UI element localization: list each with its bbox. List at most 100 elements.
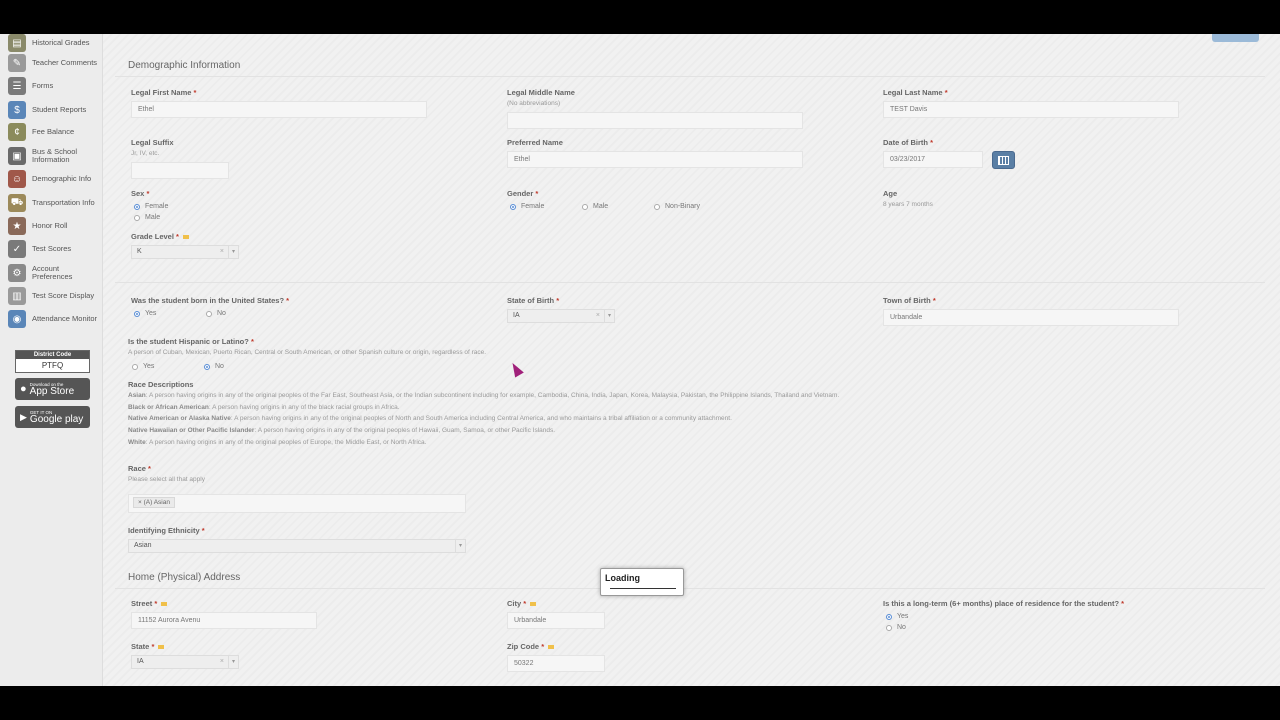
play-icon: ▶ <box>20 411 27 422</box>
clear-icon[interactable]: × <box>596 310 600 322</box>
chevron-down-icon[interactable]: ▾ <box>604 310 614 322</box>
loading-bar <box>610 588 676 589</box>
clear-icon[interactable]: × <box>220 656 224 668</box>
main-content: Demographic Information Legal First Name… <box>115 34 1265 686</box>
town-birth-field[interactable]: Urbandale <box>883 309 1179 326</box>
gender-male-radio[interactable]: Male <box>582 203 608 210</box>
dob-field[interactable]: 03/23/2017 <box>883 151 983 168</box>
middle-name-field[interactable] <box>507 112 803 129</box>
divider <box>115 76 1265 77</box>
chevron-down-icon[interactable]: ▾ <box>228 656 238 668</box>
app-store-badge[interactable]: ● Download on the App Store <box>15 378 90 400</box>
suffix-field[interactable] <box>131 162 229 179</box>
apple-icon: ● <box>20 383 27 395</box>
born-us-yes-radio[interactable]: Yes <box>134 310 156 317</box>
middle-name-hint: (No abbreviations) <box>507 100 561 107</box>
longterm-yes-radio[interactable]: Yes <box>886 613 908 620</box>
bus-icon: ▣ <box>8 147 26 165</box>
state-birth-label: State of Birth * <box>507 296 560 305</box>
race-desc-black: Black or African American: A person havi… <box>128 404 400 411</box>
calendar-icon <box>998 155 1009 165</box>
flag-icon <box>548 645 555 650</box>
calendar-button[interactable] <box>992 151 1015 169</box>
race-desc-asian: Asian: A person having origins in any of… <box>128 392 840 399</box>
race-desc-pacific-islander: Native Hawaiian or Other Pacific Islande… <box>128 427 556 434</box>
sidebar: ▤ Historical Grades ✎ Teacher Comments ☰ Fo… <box>0 34 103 686</box>
sidebar-item-historical-grades[interactable]: ▤ Historical Grades <box>8 34 100 54</box>
hispanic-hint: A person of Cuban, Mexican, Puerto Rican… <box>128 349 487 356</box>
transport-icon: ⛟ <box>8 194 26 212</box>
hispanic-label: Is the student Hispanic or Latino? * <box>128 337 254 346</box>
preferred-name-field[interactable]: Ethel <box>507 151 803 168</box>
city-label: City * <box>507 599 537 608</box>
age-value: 8 years 7 months <box>883 201 933 208</box>
state-birth-select[interactable]: IA × ▾ <box>507 309 615 323</box>
sidebar-item-test-score-display[interactable]: ▥ Test Score Display <box>8 285 100 307</box>
sex-label: Sex * <box>131 189 150 198</box>
street-field[interactable]: 11152 Aurora Avenu <box>131 612 317 629</box>
ethnicity-label: Identifying Ethnicity * <box>128 526 205 535</box>
race-multiselect[interactable]: × (A) Asian <box>128 494 466 513</box>
suffix-hint: Jr, IV, etc. <box>131 150 160 157</box>
gender-female-radio[interactable]: Female <box>510 203 544 210</box>
test-icon: ✓ <box>8 240 26 258</box>
dob-label: Date of Birth * <box>883 138 934 147</box>
race-tag[interactable]: × (A) Asian <box>133 497 175 508</box>
sidebar-item-student-reports[interactable]: $ Student Reports <box>8 99 100 121</box>
ethnicity-select[interactable]: Asian ▾ <box>128 539 466 553</box>
gear-icon: ⚙ <box>8 264 26 282</box>
longterm-no-radio[interactable]: No <box>886 624 906 631</box>
sidebar-item-attendance-monitor[interactable]: ◉ Attendance Monitor <box>8 308 100 330</box>
flag-icon <box>158 645 165 650</box>
sidebar-item-teacher-comments[interactable]: ✎ Teacher Comments <box>8 52 100 74</box>
flag-icon <box>182 235 189 240</box>
born-us-label: Was the student born in the United State… <box>131 296 290 305</box>
race-hint: Please select all that apply <box>128 476 205 483</box>
medal-icon: ★ <box>8 217 26 235</box>
middle-name-label: Legal Middle Name <box>507 88 575 97</box>
sidebar-item-test-scores[interactable]: ✓ Test Scores <box>8 238 100 260</box>
top-right-button[interactable] <box>1212 34 1259 42</box>
clear-icon[interactable]: × <box>220 246 224 258</box>
gender-nonbinary-radio[interactable]: Non-Binary <box>654 203 700 210</box>
born-us-no-radio[interactable]: No <box>206 310 226 317</box>
street-label: Street * <box>131 599 168 608</box>
first-name-field[interactable]: Ethel <box>131 101 427 118</box>
google-play-badge[interactable]: ▶ GET IT ON Google play <box>15 406 90 428</box>
zip-field[interactable]: 50322 <box>507 655 605 672</box>
sidebar-item-bus-school[interactable]: ▣ Bus & School Information <box>8 145 100 167</box>
hispanic-no-radio[interactable]: No <box>204 363 224 370</box>
divider <box>115 282 1265 283</box>
sidebar-item-fee-balance[interactable]: ¢ Fee Balance <box>8 121 100 143</box>
sidebar-item-honor-roll[interactable]: ★ Honor Roll <box>8 215 100 237</box>
hispanic-yes-radio[interactable]: Yes <box>132 363 154 370</box>
sex-male-radio[interactable]: Male <box>134 214 160 221</box>
zip-label: Zip Code * <box>507 642 555 651</box>
person-icon: ☺ <box>8 170 26 188</box>
preferred-name-label: Preferred Name <box>507 138 563 147</box>
comment-icon: ✎ <box>8 54 26 72</box>
chart-icon: ▥ <box>8 287 26 305</box>
grade-select[interactable]: K × ▾ <box>131 245 239 259</box>
town-birth-label: Town of Birth * <box>883 296 936 305</box>
suffix-label: Legal Suffix <box>131 138 174 147</box>
state-select[interactable]: IA × ▾ <box>131 655 239 669</box>
state-label: State * <box>131 642 165 651</box>
district-code-box: District Code PTFQ <box>15 350 90 373</box>
last-name-field[interactable]: TEST Davis <box>883 101 1179 118</box>
book-icon: ▤ <box>8 34 26 52</box>
flag-icon <box>530 602 537 607</box>
loading-text: Loading <box>605 573 640 583</box>
loading-popup: Loading <box>600 568 684 596</box>
first-name-label: Legal First Name * <box>131 88 197 97</box>
sidebar-item-forms[interactable]: ☰ Forms <box>8 75 100 97</box>
sidebar-item-account-preferences[interactable]: ⚙ Account Preferences <box>8 262 100 284</box>
age-label: Age <box>883 189 898 198</box>
sex-female-radio[interactable]: Female <box>134 203 168 210</box>
sidebar-item-transportation[interactable]: ⛟ Transportation Info <box>8 192 100 214</box>
city-field[interactable]: Urbandale <box>507 612 605 629</box>
section-title-demographic: Demographic Information <box>128 60 241 71</box>
chevron-down-icon[interactable]: ▾ <box>455 540 465 552</box>
sidebar-item-demographic[interactable]: ☺ Demographic Info <box>8 168 100 190</box>
chevron-down-icon[interactable]: ▾ <box>228 246 238 258</box>
